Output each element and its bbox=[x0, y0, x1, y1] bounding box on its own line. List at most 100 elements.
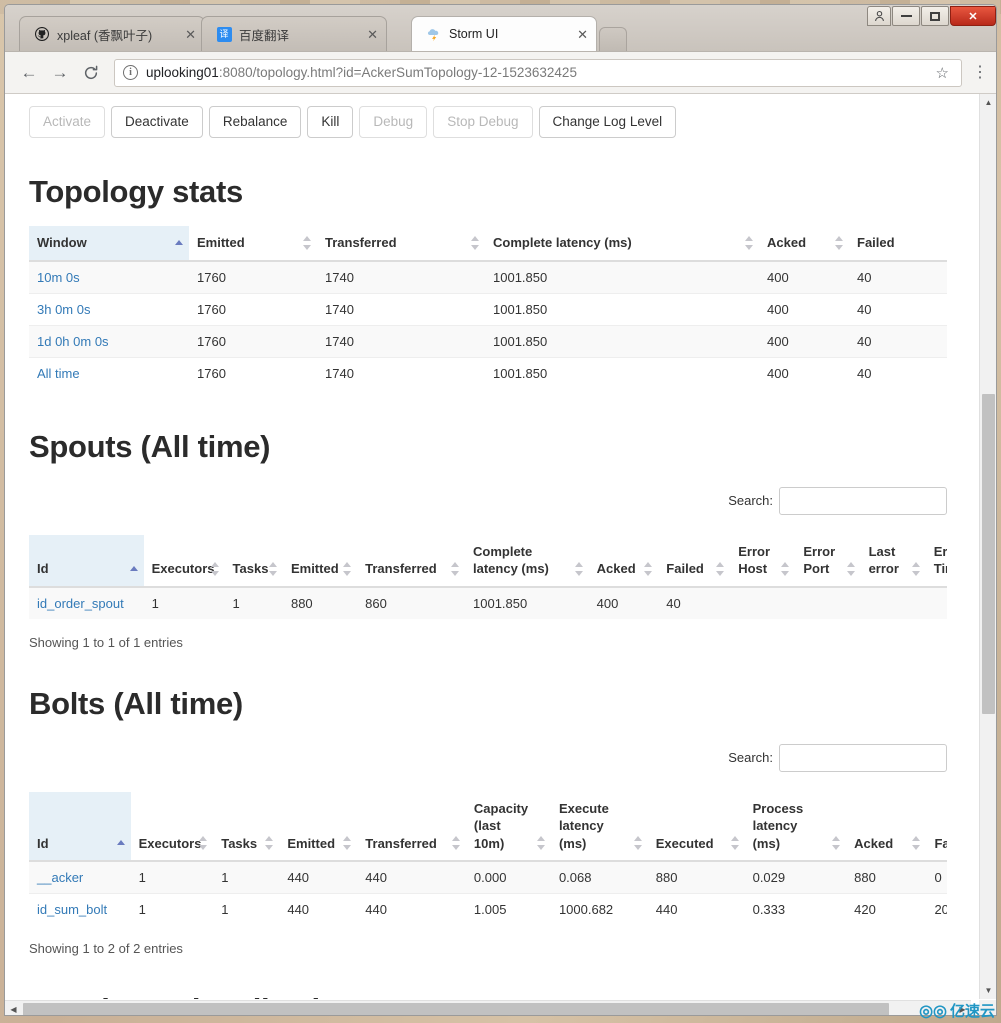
column-header-acked[interactable]: Acked bbox=[759, 226, 849, 262]
kill-button[interactable]: Kill bbox=[307, 106, 354, 139]
close-button[interactable]: ✕ bbox=[950, 6, 996, 26]
window-link[interactable]: 1d 0h 0m 0s bbox=[37, 334, 109, 349]
new-tab-button[interactable] bbox=[599, 27, 627, 51]
column-header-error-host[interactable]: Error Host bbox=[730, 534, 796, 588]
cell-failed: 40 bbox=[849, 260, 947, 294]
column-header-executed[interactable]: Executed bbox=[647, 791, 745, 863]
column-header-failed[interactable]: Failed bbox=[658, 534, 731, 588]
column-header-emitted[interactable]: Emitted bbox=[282, 534, 358, 588]
chrome-menu-icon[interactable]: ⋮ bbox=[972, 64, 988, 81]
url-input[interactable]: i uplooking01:8080/topology.html?id=Acke… bbox=[114, 58, 962, 87]
cell-error-time bbox=[925, 586, 947, 619]
browser-tab-baidu-translate[interactable]: 译 百度翻译 ✕ bbox=[201, 16, 387, 51]
scroll-up-icon[interactable]: ▲ bbox=[980, 94, 996, 111]
tab-close-icon[interactable]: ✕ bbox=[173, 28, 196, 41]
column-header-id[interactable]: Id bbox=[29, 534, 144, 588]
storm-ui-page: Activate Deactivate Rebalance Kill Debug… bbox=[5, 94, 971, 999]
activate-button[interactable]: Activate bbox=[29, 106, 106, 139]
cell-failed: 40 bbox=[849, 356, 947, 389]
cell-last-error bbox=[860, 586, 926, 619]
horizontal-scrollbar[interactable]: ◀ ▶ bbox=[5, 1000, 971, 1015]
cell-acked: 400 bbox=[759, 292, 849, 326]
column-header-executors[interactable]: Executors bbox=[143, 534, 225, 588]
spouts-search-input[interactable] bbox=[779, 486, 947, 515]
column-header-complete-latency[interactable]: Complete latency (ms) bbox=[465, 534, 589, 588]
column-header-acked[interactable]: Acked bbox=[588, 534, 659, 588]
reload-icon[interactable] bbox=[77, 59, 105, 87]
vertical-scrollbar-thumb[interactable] bbox=[982, 394, 995, 714]
sort-icon bbox=[716, 561, 725, 576]
spout-id-link[interactable]: id_order_spout bbox=[37, 596, 124, 611]
column-header-executors[interactable]: Executors bbox=[130, 791, 214, 863]
browser-tab-xpleaf[interactable]: xpleaf (香飘叶子) ✕ bbox=[19, 16, 205, 51]
column-header-capacity[interactable]: Capacity (last 10m) bbox=[465, 791, 551, 863]
tab-close-icon[interactable]: ✕ bbox=[565, 28, 588, 41]
column-header-tasks[interactable]: Tasks bbox=[224, 534, 283, 588]
browser-tab-storm-ui[interactable]: Storm UI ✕ bbox=[411, 16, 597, 51]
minimize-button[interactable] bbox=[892, 6, 920, 26]
column-header-emitted[interactable]: Emitted bbox=[189, 226, 317, 262]
cell-transferred: 440 bbox=[357, 893, 466, 926]
cell-transferred: 1740 bbox=[317, 324, 485, 358]
window-link[interactable]: All time bbox=[37, 366, 80, 381]
cell-tasks: 1 bbox=[213, 860, 280, 894]
column-header-process-latency[interactable]: Process latency (ms) bbox=[744, 791, 847, 863]
bolt-id-link[interactable]: id_sum_bolt bbox=[37, 902, 107, 917]
column-header-last-error[interactable]: Last error bbox=[860, 534, 926, 588]
cell-executed: 440 bbox=[647, 893, 745, 926]
bolts-search-input[interactable] bbox=[779, 743, 947, 772]
bolt-id-link[interactable]: __acker bbox=[37, 870, 83, 885]
column-header-transferred[interactable]: Transferred bbox=[357, 534, 466, 588]
column-header-transferred[interactable]: Transferred bbox=[317, 226, 485, 262]
site-info-icon[interactable]: i bbox=[123, 65, 138, 80]
sort-icon bbox=[265, 836, 274, 851]
column-header-acked[interactable]: Acked bbox=[846, 791, 927, 863]
column-header-execute-latency[interactable]: Execute latency (ms) bbox=[550, 791, 648, 863]
column-header-complete-latency[interactable]: Complete latency (ms) bbox=[485, 226, 759, 262]
cell-emitted: 1760 bbox=[189, 324, 317, 358]
stop-debug-button[interactable]: Stop Debug bbox=[433, 106, 533, 139]
debug-button[interactable]: Debug bbox=[359, 106, 428, 139]
user-account-icon[interactable] bbox=[867, 6, 891, 26]
window-link[interactable]: 3h 0m 0s bbox=[37, 302, 90, 317]
url-path-text: :8080/topology.html?id=AckerSumTopology-… bbox=[218, 65, 577, 80]
forward-icon[interactable]: → bbox=[46, 59, 74, 87]
cell-id: __acker bbox=[29, 860, 131, 894]
column-header-transferred[interactable]: Transferred bbox=[357, 791, 466, 863]
column-header-emitted[interactable]: Emitted bbox=[279, 791, 358, 863]
column-header-failed[interactable]: Failed bbox=[926, 791, 947, 863]
cell-complete-latency: 1001.850 bbox=[465, 586, 589, 619]
cell-executed: 880 bbox=[647, 860, 745, 894]
sort-icon bbox=[644, 561, 653, 576]
spouts-table-wrapper: Id Executors Tasks Emitted Transferred C… bbox=[29, 534, 947, 619]
cell-window: All time bbox=[29, 356, 189, 389]
cell-capacity: 0.000 bbox=[465, 860, 551, 894]
column-header-tasks[interactable]: Tasks bbox=[213, 791, 280, 863]
column-header-error-time[interactable]: Error Time bbox=[925, 534, 947, 588]
column-header-error-port[interactable]: Error Port bbox=[795, 534, 861, 588]
bookmark-star-icon[interactable]: ☆ bbox=[932, 64, 953, 82]
back-icon[interactable]: ← bbox=[15, 59, 43, 87]
maximize-button[interactable] bbox=[921, 6, 949, 26]
column-header-window[interactable]: Window bbox=[29, 226, 189, 262]
cell-id: id_sum_bolt bbox=[29, 893, 131, 926]
cell-failed: 20 bbox=[926, 893, 947, 926]
window-link[interactable]: 10m 0s bbox=[37, 270, 80, 285]
scroll-left-icon[interactable]: ◀ bbox=[5, 1001, 22, 1015]
cell-emitted: 1760 bbox=[189, 260, 317, 294]
vertical-scrollbar[interactable]: ▲ ▼ bbox=[979, 94, 996, 999]
spouts-search-label: Search: bbox=[728, 493, 773, 509]
cell-executors: 1 bbox=[130, 893, 214, 926]
rebalance-button[interactable]: Rebalance bbox=[208, 106, 302, 139]
scroll-down-icon[interactable]: ▼ bbox=[980, 982, 996, 999]
browser-tab-title: 百度翻译 bbox=[239, 28, 290, 43]
bolts-heading: Bolts (All time) bbox=[29, 685, 243, 721]
column-header-failed[interactable]: Failed bbox=[849, 226, 947, 262]
topology-action-toolbar: Activate Deactivate Rebalance Kill Debug… bbox=[29, 94, 947, 139]
tab-close-icon[interactable]: ✕ bbox=[355, 28, 378, 41]
horizontal-scrollbar-thumb[interactable] bbox=[23, 1003, 889, 1015]
topology-stats-table-wrapper: Window Emitted Transferred Complete late… bbox=[29, 226, 947, 389]
column-header-id[interactable]: Id bbox=[29, 791, 131, 863]
change-log-level-button[interactable]: Change Log Level bbox=[538, 106, 677, 139]
deactivate-button[interactable]: Deactivate bbox=[111, 106, 203, 139]
